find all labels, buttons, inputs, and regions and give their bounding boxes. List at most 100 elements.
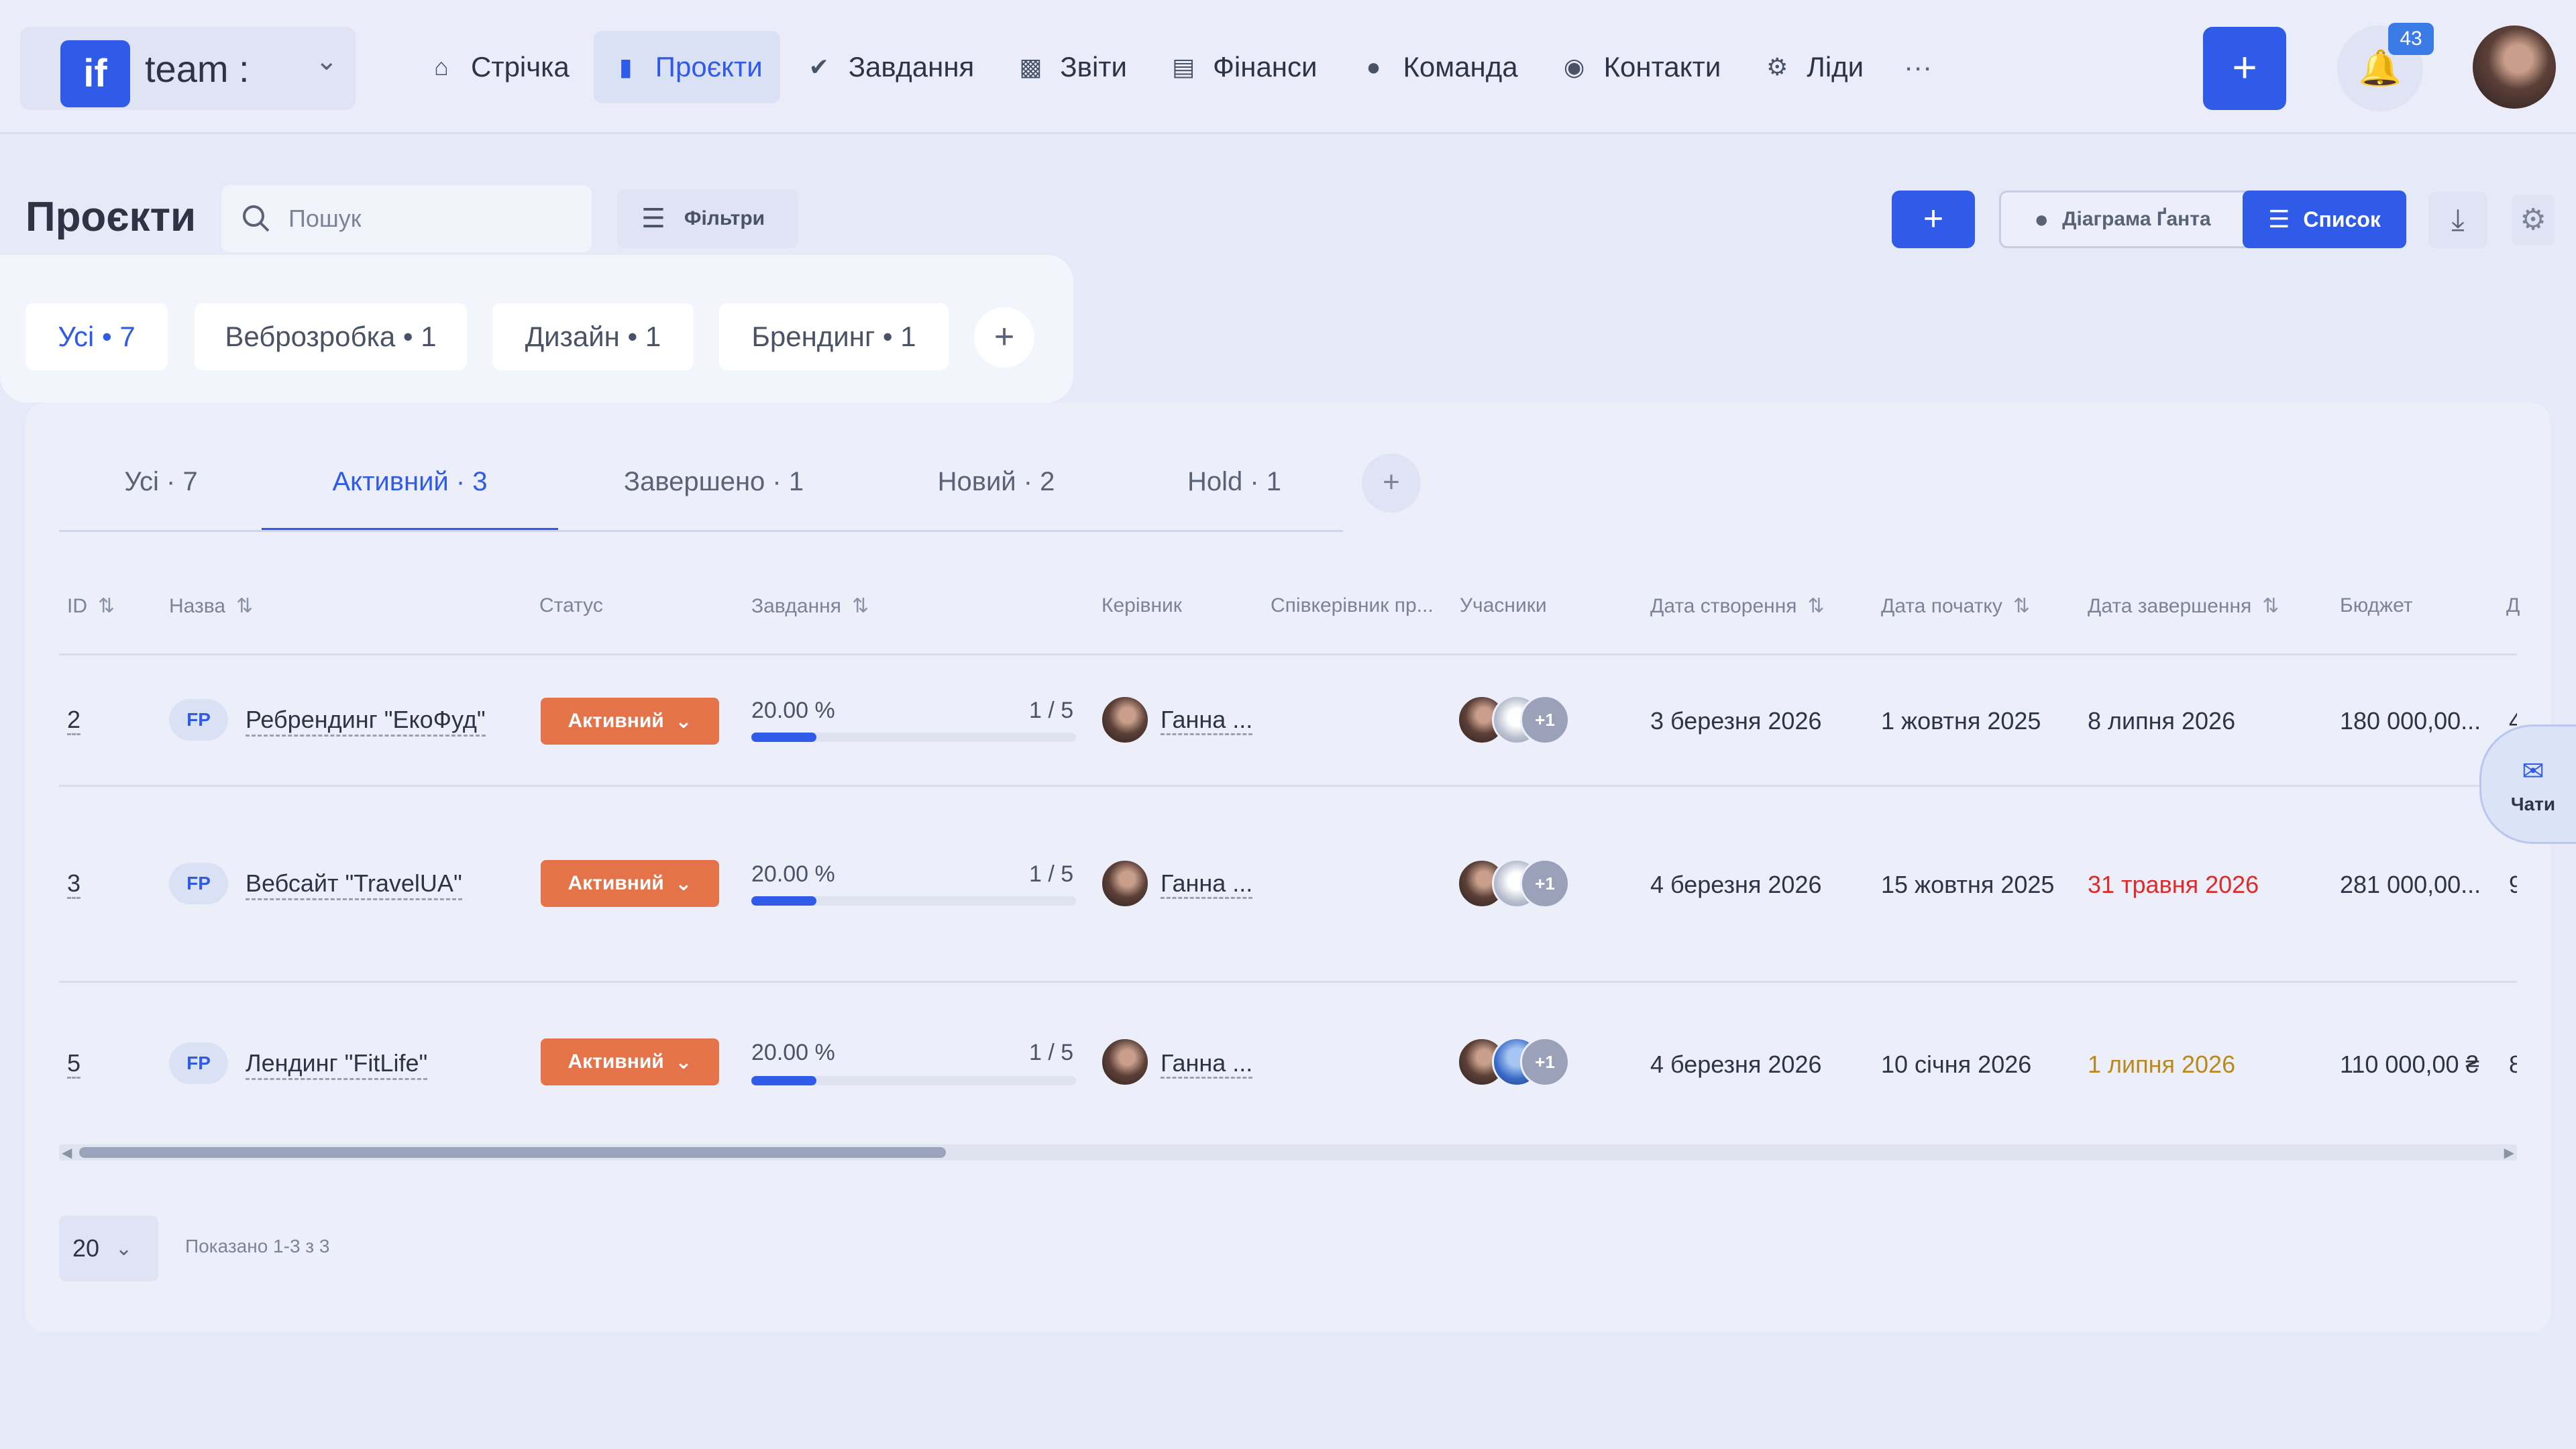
chats-button[interactable]: ✉ Чати (2479, 724, 2576, 844)
view-toggle: ● Діаграма Ґанта ☰ Список (1999, 191, 2406, 248)
nav-item-finance[interactable]: ▤ Фінанси (1151, 31, 1334, 103)
column-header-id[interactable]: ID ⇅ (67, 594, 115, 618)
progress-percent: 20.00 % (751, 1040, 835, 1065)
add-status-tab-button[interactable]: + (1362, 453, 1421, 513)
column-header-start[interactable]: Дата початку ⇅ (1881, 594, 2030, 618)
created-date: 4 березня 2026 (1650, 1051, 1822, 1078)
status-dropdown[interactable]: Активний ⌄ (541, 1038, 719, 1085)
column-header-created[interactable]: Дата створення ⇅ (1650, 594, 1825, 618)
project-name-link[interactable]: Ребрендинг "ЕкоФуд" (246, 706, 486, 737)
add-project-button[interactable]: + (1892, 191, 1975, 248)
notifications-count-badge: 43 (2388, 23, 2434, 55)
end-date: 1 липня 2026 (2088, 1051, 2236, 1078)
status-dropdown[interactable]: Активний ⌄ (541, 860, 719, 907)
nav-item-projects[interactable]: ▮ Проєкти (593, 31, 780, 103)
settings-button[interactable]: ⚙ (2512, 195, 2555, 246)
nav-item-label: Команда (1403, 51, 1518, 83)
page-title: Проєкти (25, 194, 197, 240)
progress-bar (751, 896, 1076, 906)
category-chip-branding[interactable]: Брендинг • 1 (719, 303, 949, 370)
members-more-badge[interactable]: +1 (1520, 695, 1570, 745)
contacts-icon: ◉ (1563, 53, 1585, 80)
lead-avatar (1100, 1037, 1150, 1087)
nav-item-label: Звіти (1060, 51, 1127, 83)
wallet-icon: ▤ (1171, 53, 1195, 80)
created-date: 4 березня 2026 (1650, 871, 1822, 898)
progress-bar-fill (751, 733, 816, 742)
column-header-extra[interactable]: Д (2506, 594, 2520, 617)
column-header-lead[interactable]: Керівник (1102, 594, 1182, 617)
horizontal-scrollbar[interactable]: ◀ ▶ (59, 1144, 2517, 1161)
team-name: team : (145, 48, 250, 90)
nav-item-team[interactable]: ● Команда (1341, 31, 1535, 103)
members-more-badge[interactable]: +1 (1520, 1037, 1570, 1087)
lead-name-link[interactable]: Ганна ... (1161, 1049, 1253, 1079)
lead-avatar (1100, 859, 1150, 908)
lead-name-link[interactable]: Ганна ... (1161, 706, 1253, 735)
nav-item-contacts[interactable]: ◉ Контакти (1542, 31, 1739, 103)
pagination-summary: Показано 1-3 з 3 (185, 1236, 330, 1256)
lead-name-link[interactable]: Ганна ... (1161, 869, 1253, 899)
project-type-badge: FP (169, 1042, 228, 1084)
members-more-badge[interactable]: +1 (1520, 859, 1570, 908)
user-avatar[interactable] (2473, 25, 2556, 109)
gantt-icon: ● (2034, 205, 2049, 233)
chevron-down-icon: ⌄ (315, 46, 338, 76)
column-header-status[interactable]: Статус (539, 594, 603, 617)
tab-hold[interactable]: Hold · 1 (1154, 467, 1315, 531)
project-name-link[interactable]: Лендинг "FitLife" (246, 1049, 428, 1080)
project-id-link[interactable]: 5 (67, 1049, 81, 1079)
nav-item-tasks[interactable]: ✔ Завдання (787, 31, 992, 103)
global-add-button[interactable]: + (2203, 27, 2286, 110)
sort-icon: ⇅ (2262, 595, 2279, 617)
tab-completed[interactable]: Завершено · 1 (584, 467, 844, 531)
column-header-end[interactable]: Дата завершення ⇅ (2088, 594, 2279, 618)
page-size-select[interactable]: 20 ⌄ (59, 1216, 158, 1281)
category-chip-design[interactable]: Дизайн • 1 (492, 303, 694, 370)
tasks-ratio: 1 / 5 (1029, 1040, 1074, 1065)
end-date: 8 липня 2026 (2088, 707, 2236, 735)
search-input[interactable] (288, 199, 570, 239)
nav-item-feed[interactable]: ⌂ Стрічка (409, 31, 587, 103)
nav-item-reports[interactable]: ▩ Звіти (998, 31, 1144, 103)
person-icon: ● (1366, 53, 1381, 80)
nav-more-button[interactable]: ··· (1888, 31, 1948, 103)
gantt-label: Діаграма Ґанта (2062, 208, 2211, 230)
column-header-tasks[interactable]: Завдання ⇅ (751, 594, 869, 618)
column-header-members[interactable]: Учасники (1460, 594, 1547, 617)
search-box (221, 185, 592, 252)
column-header-name[interactable]: Назва ⇅ (169, 594, 253, 618)
project-name-link[interactable]: Вебсайт "TravelUA" (246, 869, 462, 900)
start-date: 1 жовтня 2025 (1881, 707, 2041, 735)
category-chip-web[interactable]: Веброзробка • 1 (195, 303, 467, 370)
filters-button[interactable]: ☰ Фільтри (617, 189, 798, 248)
lead-avatar (1100, 695, 1150, 745)
start-date: 10 січня 2026 (1881, 1051, 2032, 1078)
nav-item-leads[interactable]: ⚙ Ліди (1745, 31, 1881, 103)
team-switcher[interactable]: if team : ⌄ (20, 27, 356, 110)
chevron-down-icon: ⌄ (675, 872, 692, 895)
tab-new[interactable]: Новий · 2 (892, 467, 1100, 531)
column-header-co-lead[interactable]: Співкерівник пр... (1271, 594, 1434, 617)
download-button[interactable]: ⤓ (2428, 192, 2487, 248)
list-view-button[interactable]: ☰ Список (2243, 191, 2406, 248)
nav-item-label: Завдання (848, 51, 975, 83)
gantt-view-button[interactable]: ● Діаграма Ґанта (2001, 193, 2244, 246)
column-header-budget[interactable]: Бюджет (2340, 594, 2413, 617)
scroll-right-icon[interactable]: ▶ (2504, 1144, 2514, 1161)
created-date: 3 березня 2026 (1650, 707, 1822, 735)
tab-active[interactable]: Активний · 3 (262, 467, 558, 531)
scrollbar-thumb[interactable] (79, 1147, 946, 1158)
scroll-left-icon[interactable]: ◀ (62, 1144, 72, 1161)
category-filter-panel: Усі • 7 Веброзробка • 1 Дизайн • 1 Бренд… (0, 255, 1073, 402)
sort-icon: ⇅ (236, 595, 254, 617)
project-id-link[interactable]: 3 (67, 869, 81, 899)
tasks-ratio: 1 / 5 (1029, 698, 1074, 723)
add-category-button[interactable]: + (974, 307, 1034, 368)
project-id-link[interactable]: 2 (67, 706, 81, 735)
extra-value: 8 (2509, 1051, 2517, 1078)
progress-percent: 20.00 % (751, 698, 835, 723)
category-chip-all[interactable]: Усі • 7 (25, 303, 168, 370)
tab-all[interactable]: Усі · 7 (60, 467, 262, 531)
status-dropdown[interactable]: Активний ⌄ (541, 698, 719, 745)
